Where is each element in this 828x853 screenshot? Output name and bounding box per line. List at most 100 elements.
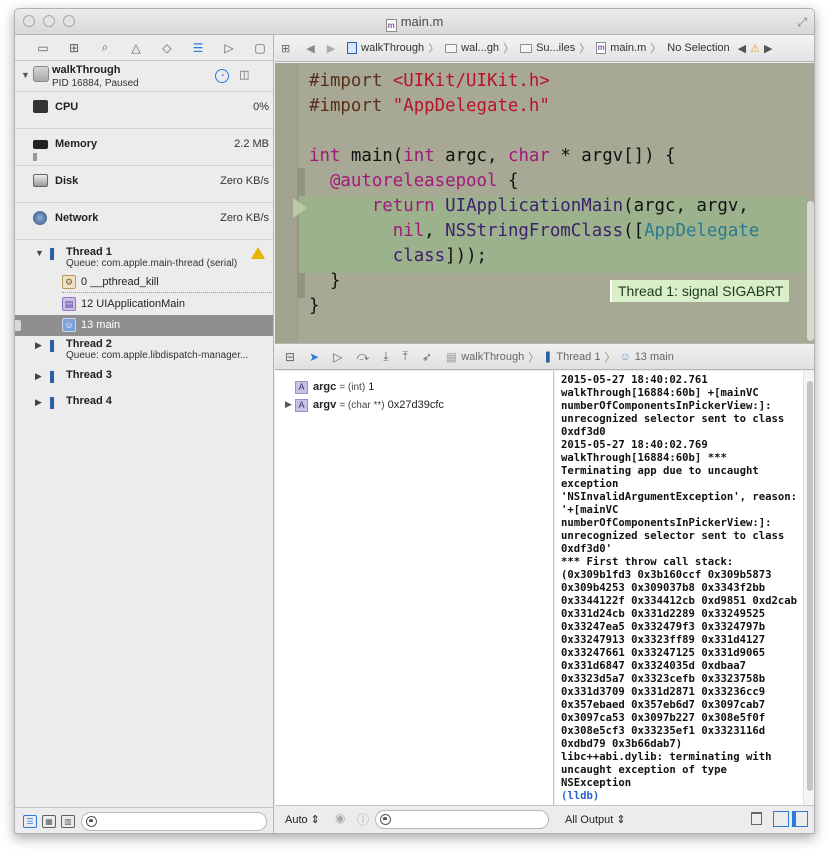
debug-frame[interactable]: 13 main (635, 351, 674, 363)
show-console-pane-icon[interactable] (792, 811, 808, 827)
variables-scope-selector[interactable]: Auto ⇕ (285, 813, 320, 826)
step-into-icon[interactable]: ⤓ (383, 349, 388, 364)
thread-row-4[interactable]: ▶ ❚ Thread 4 (15, 395, 273, 415)
m-file-icon: m (385, 19, 397, 32)
jump-project[interactable]: walkThrough (347, 42, 424, 54)
variables-filter-field[interactable] (375, 810, 549, 829)
debug-bar: ⊟ ➤ ▷ ⤼ ⤓ ⤒ ➶ ▦ walkThrough 〉 ❚ Thread 1… (275, 343, 814, 370)
jump-group-1[interactable]: wal...gh (445, 42, 499, 54)
show-crashed-threads-icon[interactable]: ☰ (23, 815, 37, 828)
gauge-label: Network (55, 212, 99, 224)
m-file-icon: m (596, 42, 607, 54)
thread-row-3[interactable]: ▶ ❚ Thread 3 (15, 369, 273, 389)
local-variable-icon: A (295, 399, 308, 412)
stack-frame-12[interactable]: ▤ 12 UIApplicationMain (15, 294, 273, 315)
show-variables-pane-icon[interactable] (773, 811, 789, 827)
quick-look-eye-icon[interactable]: ◉ (335, 811, 345, 825)
show-queues-icon[interactable]: ▥ (61, 815, 75, 828)
console-log-text: 2015-05-27 18:40:02.761 walkThrough[1688… (561, 374, 797, 789)
editor-scrollbar[interactable] (805, 63, 814, 343)
source-editor[interactable]: #import <UIKit/UIKit.h> #import "AppDele… (275, 63, 814, 343)
prev-issue-icon[interactable]: ◀ (738, 42, 746, 55)
code-token: char (507, 146, 550, 166)
print-description-info-icon[interactable]: ⓘ (357, 811, 369, 828)
code-token: } (309, 296, 320, 316)
gauge-cpu[interactable]: CPU 0% (15, 93, 273, 129)
debug-gauges-icon[interactable]: ◔ (215, 69, 229, 83)
disclosure-right-icon[interactable]: ▶ (35, 340, 42, 351)
code-token: NSStringFromClass (445, 221, 624, 241)
jump-file[interactable]: m main.m (596, 42, 646, 54)
scroll-thumb[interactable] (807, 201, 814, 341)
log-navigator-speech-icon[interactable]: ▢ (249, 39, 271, 57)
step-over-icon[interactable]: ⤼ (356, 349, 369, 364)
disclosure-down-icon[interactable]: ▼ (21, 70, 30, 80)
symbol-navigator-icon[interactable]: ⊞ (63, 39, 85, 57)
thread-row-1[interactable]: ▼ ❚ Thread 1 Queue: com.apple.main-threa… (15, 245, 273, 271)
stack-frame-13-selected[interactable]: ☺ 13 main (15, 315, 273, 336)
gauge-network[interactable]: Network Zero KB/s (15, 204, 273, 240)
breakpoint-navigator-icon[interactable]: ▷ (218, 39, 240, 57)
globe-icon (33, 211, 47, 225)
step-out-icon[interactable]: ⤒ (403, 349, 408, 364)
debug-project[interactable]: walkThrough (461, 351, 524, 363)
related-items-grid-icon[interactable]: ⊞ (281, 42, 290, 55)
simulate-location-icon[interactable]: ➶ (422, 350, 432, 364)
jump-file-label: main.m (610, 42, 647, 54)
gauge-disk[interactable]: Disk Zero KB/s (15, 167, 273, 203)
code-token: , (424, 221, 446, 241)
project-navigator-folder-icon[interactable]: ▭ (32, 39, 54, 57)
forward-arrow-icon[interactable]: ▶ (327, 42, 335, 55)
code-token: ])); (445, 246, 488, 266)
find-navigator-search-icon[interactable]: ⌕ (94, 39, 116, 57)
gauge-memory[interactable]: Memory 2.2 MB (15, 130, 273, 166)
view-debug-icon[interactable]: ▦ (446, 350, 457, 364)
test-navigator-diamond-icon[interactable]: ◇ (156, 39, 178, 57)
signal-badge: Thread 1: signal SIGABRT (610, 280, 790, 302)
code-token: { (497, 171, 519, 191)
process-row[interactable]: ▼ walkThrough PID 16884, Paused ◔ ◫ (15, 62, 273, 92)
disclosure-right-icon[interactable]: ▶ (35, 397, 42, 408)
instruction-pointer-arrow[interactable] (293, 198, 307, 218)
warning-icon (251, 247, 265, 259)
jump-selection[interactable]: No Selection (667, 42, 729, 54)
jump-group-2[interactable]: Su...iles (520, 42, 575, 54)
issue-navigator-warning-icon[interactable]: △ (125, 39, 147, 57)
debug-thread[interactable]: Thread 1 (556, 351, 600, 363)
output-filter-selector[interactable]: All Output ⇕ (565, 813, 626, 826)
hide-debug-area-icon[interactable]: ⊟ (285, 350, 295, 364)
trash-icon[interactable] (751, 812, 762, 825)
thread-row-2[interactable]: ▶ ❚ Thread 2 Queue: com.apple.libdispatc… (15, 337, 273, 363)
thread-spool-icon: ❚ (543, 351, 553, 363)
issue-warning-icon[interactable]: ⚠ (750, 42, 760, 55)
fullscreen-icon[interactable]: ⤢ (797, 15, 807, 30)
process-view-toggle-icon[interactable]: ◫ (239, 68, 249, 81)
console-scrollbar[interactable] (803, 371, 814, 807)
console-footer: All Output ⇕ (555, 805, 814, 833)
thread-name: Thread 3 (66, 369, 112, 381)
continue-icon[interactable]: ▷ (333, 350, 342, 364)
scroll-thumb[interactable] (807, 381, 813, 791)
path-separator: 〉 (579, 43, 591, 55)
variable-type: = (char **) (339, 400, 385, 411)
disclosure-right-icon[interactable]: ▶ (285, 399, 292, 410)
breakpoints-toggle-icon[interactable]: ➤ (309, 350, 319, 364)
gauge-label: CPU (55, 101, 79, 113)
lldb-prompt[interactable]: (lldb) (561, 790, 599, 802)
back-arrow-icon[interactable]: ◀ (306, 42, 314, 55)
variable-type: = (int) (339, 382, 366, 393)
navigator-filter-field[interactable] (81, 812, 267, 831)
code-token: #import (309, 71, 393, 91)
frame-label: 0 __pthread_kill (81, 276, 159, 288)
next-issue-icon[interactable]: ▶ (764, 42, 772, 55)
console-view[interactable]: 2015-05-27 18:40:02.761 walkThrough[1688… (555, 371, 814, 807)
console-output[interactable]: 2015-05-27 18:40:02.761 walkThrough[1688… (561, 374, 799, 803)
debug-navigator-list-icon[interactable]: ☰ (187, 39, 209, 57)
gauge-value: Zero KB/s (220, 175, 269, 187)
code-token: "AppDelegate.h" (392, 96, 550, 116)
disclosure-right-icon[interactable]: ▶ (35, 371, 42, 382)
show-frames-icon[interactable]: ▦ (42, 815, 56, 828)
stack-frame-0[interactable]: ⚙ 0 __pthread_kill (15, 272, 273, 293)
app-icon (33, 66, 49, 82)
disclosure-down-icon[interactable]: ▼ (35, 248, 44, 258)
